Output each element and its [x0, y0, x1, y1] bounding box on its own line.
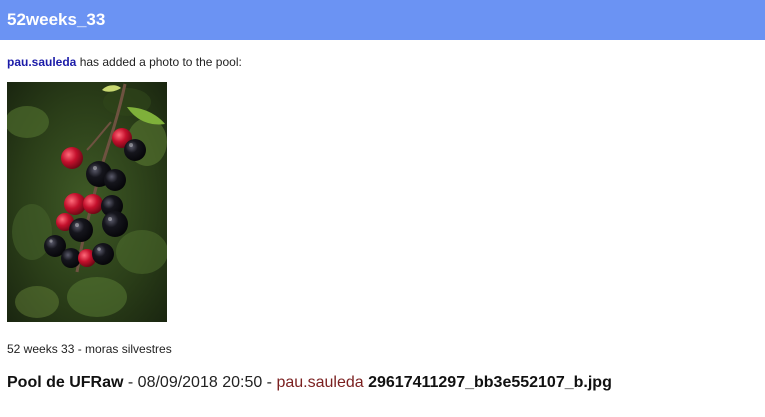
intro-line: pau.sauleda has added a photo to the poo… — [7, 55, 242, 69]
meta-separator: - — [123, 374, 138, 391]
photo-caption: 52 weeks 33 - moras silvestres — [7, 342, 172, 356]
pool-link[interactable]: Pool de UFRaw — [7, 374, 123, 391]
file-name: 29617411297_bb3e552107_b.jpg — [368, 374, 612, 391]
meta-separator: - — [262, 374, 277, 391]
blackberry-photo[interactable] — [7, 82, 167, 322]
intro-text: has added a photo to the pool: — [76, 55, 242, 69]
user-link[interactable]: pau.sauleda — [7, 55, 76, 69]
photo-meta: Pool de UFRaw - 08/09/2018 20:50 - pau.s… — [7, 374, 612, 392]
header-title: 52weeks_33 — [7, 10, 106, 29]
author-link[interactable]: pau.sauleda — [276, 374, 363, 391]
post-datetime: 08/09/2018 20:50 — [137, 374, 263, 391]
page-header: 52weeks_33 — [0, 0, 765, 40]
